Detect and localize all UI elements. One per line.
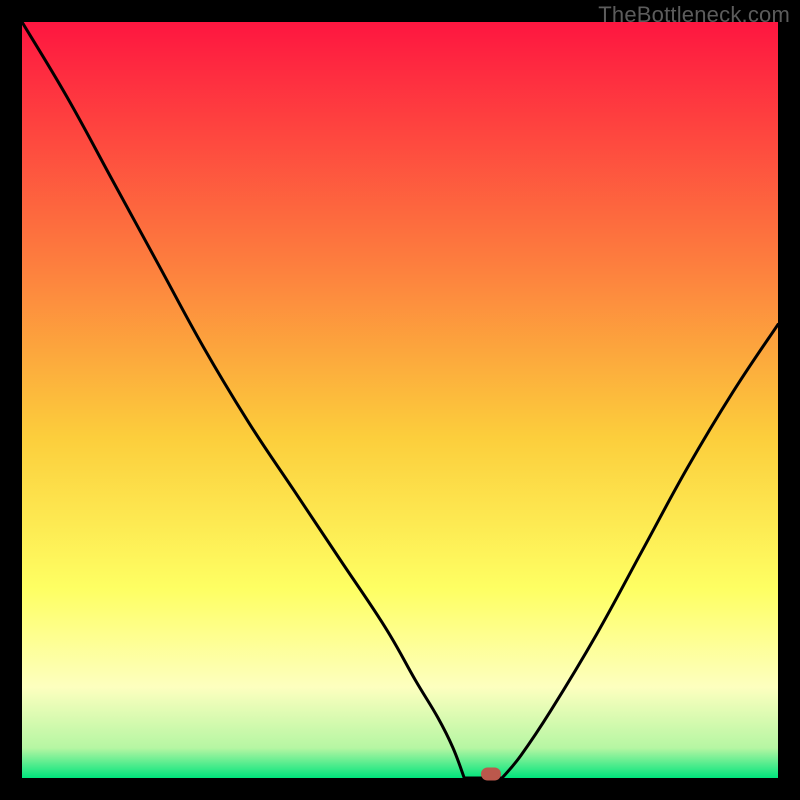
watermark-text: TheBottleneck.com (598, 2, 790, 28)
bottleneck-chart (22, 22, 778, 778)
gradient-background (22, 22, 778, 778)
plot-area (22, 22, 778, 778)
optimum-marker (481, 768, 501, 781)
chart-frame: TheBottleneck.com (0, 0, 800, 800)
